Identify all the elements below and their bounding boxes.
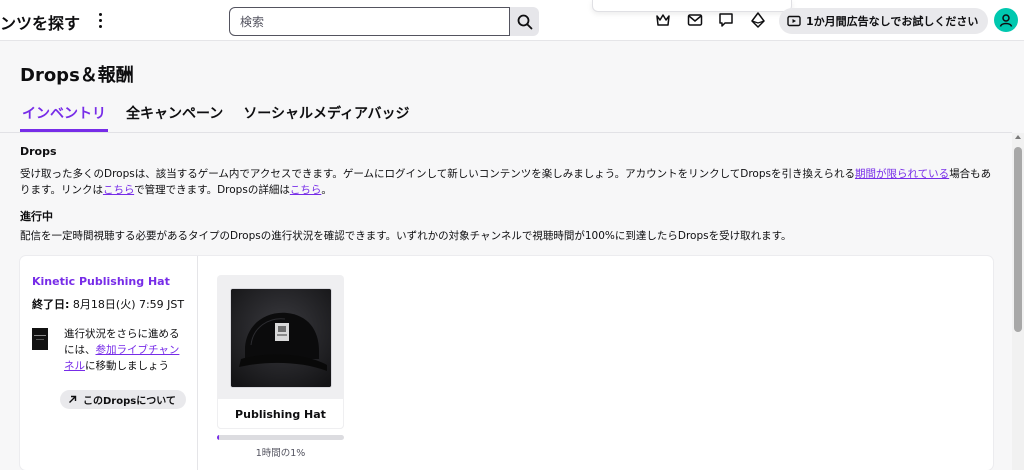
- user-icon: [999, 14, 1013, 27]
- search-button[interactable]: [510, 7, 539, 36]
- drop-progress-label: 1時間の1%: [255, 448, 306, 459]
- drop-reward-tile[interactable]: Publishing Hat: [217, 275, 344, 429]
- top-nav-bar: ンツを探す 検索 1か月間広告なしでお試しください: [0, 0, 1024, 41]
- campaign-card: Kinetic Publishing Hat 終了日: 8月18日(火) 7:5…: [20, 256, 993, 470]
- scroll-thumb[interactable]: [1014, 147, 1022, 332]
- ad-free-trial-button[interactable]: 1か月間広告なしでお試しください: [779, 8, 988, 34]
- browse-link[interactable]: ンツを探す: [0, 10, 80, 34]
- drops-text-part: 。: [321, 184, 332, 196]
- drop-progress-fill: [217, 435, 219, 440]
- drop-progress-bar: [217, 435, 344, 440]
- campaign-info-panel: Kinetic Publishing Hat 終了日: 8月18日(火) 7:5…: [20, 256, 198, 470]
- limited-time-link[interactable]: 期間が限られている: [855, 168, 949, 180]
- end-date-label: 終了日:: [32, 298, 70, 311]
- page-scrollbar[interactable]: [1012, 133, 1024, 470]
- end-date-value: 8月18日(火) 7:59 JST: [72, 298, 185, 311]
- drops-heading: Drops: [20, 145, 57, 158]
- about-drops-label: このDropsについて: [83, 396, 176, 407]
- in-progress-description: 配信を一定時間視聴する必要があるタイプのDropsの進行状況を確認できます。いず…: [20, 230, 792, 242]
- game-box-art[interactable]: [32, 328, 48, 350]
- ad-free-trial-label: 1か月間広告なしでお試しください: [806, 15, 979, 28]
- drop-reward-image: [230, 288, 332, 388]
- whispers-icon[interactable]: [717, 11, 735, 29]
- tab-social-media-badges[interactable]: ソーシャルメディアバッジ: [241, 104, 411, 132]
- user-avatar[interactable]: [994, 8, 1018, 32]
- tab-divider: [0, 132, 1012, 133]
- about-drops-button[interactable]: このDropsについて: [60, 390, 186, 409]
- manage-link[interactable]: こちら: [103, 184, 134, 196]
- drops-text-part: 受け取った多くのDropsは、該当するゲーム内でアクセスできます。ゲームにログイ…: [20, 168, 855, 180]
- drops-text-part: で管理できます。Dropsの詳細は: [134, 184, 290, 196]
- campaign-end-date: 終了日: 8月18日(火) 7:59 JST: [32, 296, 184, 312]
- scroll-up-arrow[interactable]: [1015, 135, 1021, 139]
- details-link[interactable]: こちら: [290, 184, 322, 196]
- page-title: Drops＆報酬: [20, 65, 134, 86]
- search-icon: [517, 14, 532, 29]
- more-icon[interactable]: [90, 8, 110, 32]
- drops-description: 受け取った多くのDropsは、該当するゲーム内でアクセスできます。ゲームにログイ…: [20, 166, 995, 198]
- inbox-icon[interactable]: [686, 11, 704, 29]
- search-bar: [229, 7, 539, 36]
- progress-note: 進行状況をさらに進めるには、参加ライブチャンネルに移動しましょう: [64, 326, 182, 374]
- in-progress-heading: 進行中: [20, 210, 53, 223]
- tv-icon: [787, 15, 801, 27]
- drop-reward-name: Publishing Hat: [235, 408, 326, 421]
- tab-bar: インベントリ 全キャンペーン ソーシャルメディアバッジ: [20, 104, 428, 132]
- campaign-name-link[interactable]: Kinetic Publishing Hat: [32, 275, 170, 288]
- tab-inventory[interactable]: インベントリ: [20, 104, 108, 132]
- crown-icon[interactable]: [654, 11, 672, 29]
- bits-icon[interactable]: [749, 11, 767, 29]
- tab-all-campaigns[interactable]: 全キャンペーン: [124, 104, 225, 132]
- arrow-up-right-icon: [69, 395, 77, 403]
- search-input[interactable]: [229, 7, 510, 36]
- progress-note-text: に移動しましょう: [85, 360, 169, 372]
